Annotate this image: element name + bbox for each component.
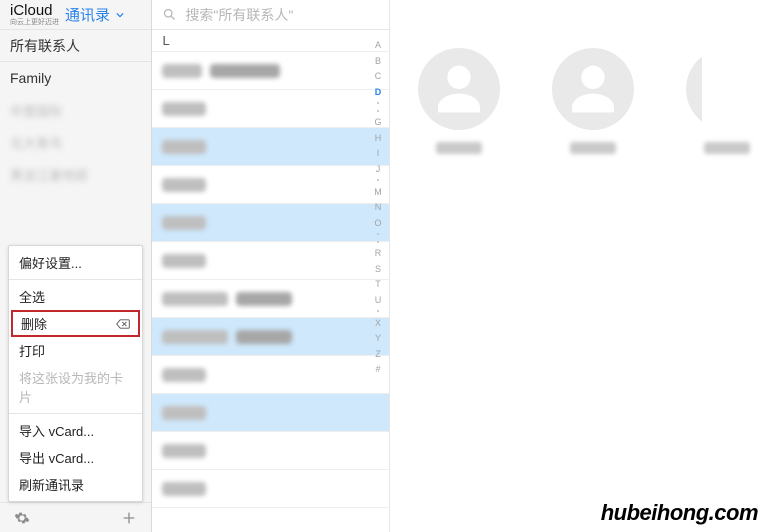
separator	[9, 413, 142, 414]
selected-contact-card[interactable]	[552, 48, 634, 154]
index-letter[interactable]: H	[375, 133, 382, 143]
index-letter[interactable]: X	[375, 318, 381, 328]
index-letter[interactable]: Z	[375, 349, 381, 359]
contact-row[interactable]	[152, 90, 389, 128]
contact-row[interactable]	[152, 128, 389, 166]
brand-subtitle: 向云上更好迈进	[10, 17, 59, 27]
index-letter[interactable]: J	[376, 164, 381, 174]
sidebar-group-item[interactable]: 北大青鸟	[0, 126, 151, 158]
index-letter[interactable]: M	[374, 187, 382, 197]
index-letter[interactable]: B	[375, 56, 381, 66]
contact-row[interactable]	[152, 394, 389, 432]
avatar	[418, 48, 500, 130]
menu-print[interactable]: 打印	[9, 337, 142, 364]
contact-row[interactable]	[152, 52, 389, 90]
menu-export-vcard[interactable]: 导出 vCard...	[9, 444, 142, 471]
backspace-icon	[116, 319, 130, 329]
contacts-list[interactable]	[152, 52, 389, 532]
menu-select-all[interactable]: 全选	[9, 283, 142, 310]
watermark: hubeihong.com	[601, 500, 758, 526]
search-icon	[162, 7, 177, 22]
separator	[9, 279, 142, 280]
menu-refresh-contacts[interactable]: 刷新通讯录	[9, 471, 142, 498]
sidebar-item-all-contacts[interactable]: 所有联系人	[0, 30, 151, 62]
index-letter[interactable]: O	[374, 218, 381, 228]
sidebar: iCloud 向云上更好迈进 通讯录 所有联系人 Family 中营国际 北大青…	[0, 0, 152, 532]
avatar	[686, 48, 768, 130]
contact-row[interactable]	[152, 470, 389, 508]
contacts-list-pane: 搜索"所有联系人" L ABCD GHIJ MNO RSTU XYZ #	[152, 0, 390, 532]
index-dot	[377, 102, 379, 104]
alphabet-index[interactable]: ABCD GHIJ MNO RSTU XYZ #	[369, 36, 387, 528]
index-letter[interactable]: G	[374, 117, 381, 127]
contact-row[interactable]	[152, 242, 389, 280]
index-letter[interactable]: S	[375, 264, 381, 274]
index-dot	[377, 241, 379, 243]
contact-name-label	[704, 142, 750, 154]
contact-row[interactable]	[152, 166, 389, 204]
index-dot	[377, 179, 379, 181]
index-dot	[377, 110, 379, 112]
plus-icon[interactable]	[121, 510, 137, 526]
sidebar-group-item[interactable]: 黑龙江基地部	[0, 158, 151, 190]
menu-delete[interactable]: 删除	[11, 310, 140, 337]
index-letter[interactable]: #	[375, 364, 380, 374]
contact-row[interactable]	[152, 280, 389, 318]
selected-contact-card[interactable]	[686, 48, 768, 154]
app-header[interactable]: iCloud 向云上更好迈进 通讯录	[0, 0, 151, 30]
contact-name-label	[436, 142, 482, 154]
menu-preferences[interactable]: 偏好设置...	[9, 249, 142, 276]
index-dot	[377, 233, 379, 235]
contact-row[interactable]	[152, 432, 389, 470]
contact-row[interactable]	[152, 204, 389, 242]
app-title[interactable]: 通讯录	[65, 4, 110, 25]
sidebar-bottom-bar	[0, 502, 151, 532]
index-letter[interactable]: T	[375, 279, 381, 289]
settings-context-menu: 偏好设置... 全选 删除 打印 将这张设为我的卡片 导入 vCard... 导…	[8, 245, 143, 502]
section-header: L	[152, 30, 389, 52]
index-letter[interactable]: D	[375, 87, 382, 97]
sidebar-item-family[interactable]: Family	[0, 62, 151, 94]
avatar	[552, 48, 634, 130]
index-letter[interactable]: I	[377, 148, 380, 158]
contact-row[interactable]	[152, 356, 389, 394]
search-bar[interactable]: 搜索"所有联系人"	[152, 0, 389, 30]
menu-import-vcard[interactable]: 导入 vCard...	[9, 417, 142, 444]
index-letter[interactable]: U	[375, 295, 382, 305]
gear-icon[interactable]	[14, 510, 30, 526]
index-dot	[377, 310, 379, 312]
index-letter[interactable]: A	[375, 40, 381, 50]
contact-row[interactable]	[152, 318, 389, 356]
index-letter[interactable]: Y	[375, 333, 381, 343]
index-letter[interactable]: N	[375, 202, 382, 212]
search-placeholder: 搜索"所有联系人"	[185, 5, 293, 25]
menu-set-my-card: 将这张设为我的卡片	[9, 364, 142, 410]
contact-name-label	[570, 142, 616, 154]
index-letter[interactable]: R	[375, 248, 382, 258]
chevron-down-icon	[116, 11, 124, 19]
menu-delete-label: 删除	[21, 314, 47, 333]
index-letter[interactable]: C	[375, 71, 382, 81]
sidebar-group-item[interactable]: 中营国际	[0, 94, 151, 126]
selected-contact-card[interactable]	[418, 48, 500, 154]
contact-detail-pane: hubeihong.com	[390, 0, 768, 532]
